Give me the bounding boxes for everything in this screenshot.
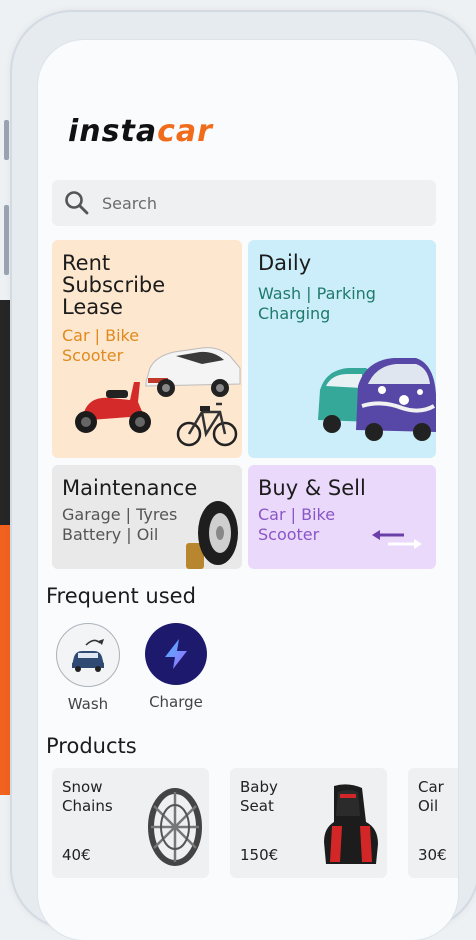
- service-card-rent[interactable]: Rent Subscribe Lease Car | Bike Scooter: [52, 240, 242, 458]
- charge-button[interactable]: [145, 623, 207, 685]
- car-wash-icon: [72, 639, 104, 672]
- swap-arrows-icon: [372, 530, 422, 549]
- search-bar[interactable]: [52, 180, 436, 226]
- card-title: Rent Subscribe Lease: [62, 251, 166, 319]
- search-input[interactable]: [100, 192, 404, 214]
- product-card-car-oil[interactable]: Car Oil 30€: [408, 768, 458, 878]
- card-subtitle: Wash | Parking Charging: [258, 284, 376, 323]
- product-price: 40€: [62, 846, 91, 864]
- scooter-icon: [75, 382, 151, 433]
- background-panel-orange: [0, 525, 10, 795]
- product-name: Snow Chains: [62, 778, 113, 815]
- wash-button[interactable]: [56, 623, 120, 687]
- card-subtitle: Car | Bike Scooter: [258, 505, 336, 544]
- app-logo: instacar: [68, 114, 213, 149]
- frequent-item-charge[interactable]: Charge: [144, 623, 208, 711]
- car-wash-image: [318, 358, 436, 441]
- card-title: Maintenance: [62, 476, 198, 500]
- logo-text-insta: insta: [68, 114, 158, 149]
- product-price: 30€: [418, 846, 447, 864]
- logo-text-car: car: [157, 114, 213, 149]
- bike-icon: [176, 402, 238, 447]
- service-card-buy-sell[interactable]: Buy & Sell Car | Bike Scooter: [248, 465, 436, 569]
- card-subtitle: Car | Bike Scooter: [62, 326, 140, 365]
- card-title: Daily: [258, 251, 312, 275]
- frequent-used-title: Frequent used: [46, 584, 196, 608]
- product-name: Baby Seat: [240, 778, 278, 815]
- charge-label: Charge: [149, 693, 203, 711]
- background-panel-dark: [0, 300, 10, 525]
- tyre-icon: [186, 501, 238, 569]
- service-card-maintenance[interactable]: Maintenance Garage | Tyres Battery | Oil: [52, 465, 242, 569]
- service-card-daily[interactable]: Daily Wash | Parking Charging: [248, 240, 436, 458]
- products-title: Products: [46, 734, 137, 758]
- phone-frame: instacar Rent Subscribe Lease Car | Bike…: [10, 10, 476, 940]
- search-icon: [65, 191, 89, 215]
- product-price: 150€: [240, 846, 279, 864]
- wash-label: Wash: [67, 695, 109, 713]
- card-subtitle: Garage | Tyres Battery | Oil: [62, 505, 178, 544]
- phone-side-button: [4, 120, 9, 160]
- product-name: Car Oil: [418, 778, 444, 815]
- car-icon: [145, 347, 241, 397]
- product-card-baby-seat[interactable]: Baby Seat 150€: [230, 768, 387, 878]
- snow-chains-icon: [148, 788, 202, 866]
- baby-seat-icon: [324, 784, 378, 864]
- app-screen: instacar Rent Subscribe Lease Car | Bike…: [38, 40, 458, 940]
- card-title: Buy & Sell: [258, 476, 366, 500]
- frequent-item-wash[interactable]: Wash: [56, 623, 120, 713]
- product-card-snow-chains[interactable]: Snow Chains 40€: [52, 768, 209, 878]
- phone-side-button: [4, 205, 9, 275]
- charge-bolt-icon: [165, 639, 187, 669]
